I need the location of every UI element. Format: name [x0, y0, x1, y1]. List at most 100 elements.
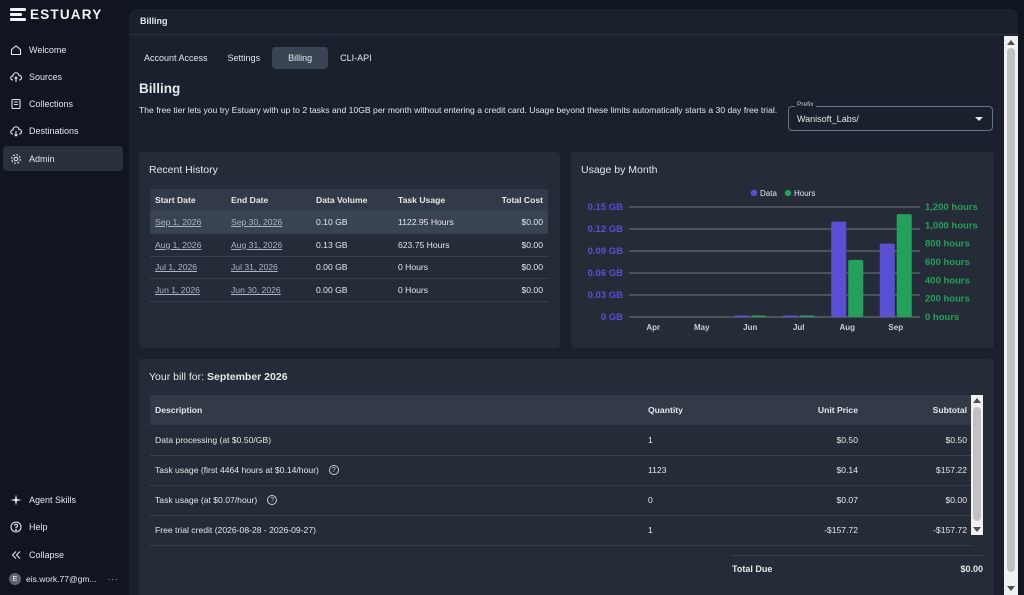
column-header: Quantity	[643, 395, 743, 425]
bill-table-scrollbar[interactable]	[971, 395, 983, 535]
table-row[interactable]: Jul 1, 2026 Jul 31, 2026 0.00 GB 0 Hours…	[150, 256, 548, 279]
collapse-icon	[11, 550, 21, 559]
legend-label-hours: Hours	[794, 189, 815, 198]
quantity-cell: 0	[643, 485, 743, 516]
page-header-title: Billing	[129, 9, 1018, 35]
start-date-link[interactable]: Jun 1, 2026	[155, 285, 200, 295]
start-date-link[interactable]: Sep 1, 2026	[155, 217, 201, 227]
recent-history-table: Start Date End Date Data Volume Task Usa…	[150, 189, 548, 302]
tab-cli-api[interactable]: CLI-API	[332, 47, 380, 69]
bill-period: September 2026	[206, 371, 288, 383]
y-right-tick-label: 400 hours	[925, 275, 970, 286]
quantity-cell: 1	[643, 425, 743, 456]
column-header: Total Cost	[483, 189, 548, 211]
data-volume-cell: 0.00 GB	[311, 278, 393, 302]
sidebar-item-label: Sources	[29, 71, 63, 82]
scroll-thumb[interactable]	[973, 407, 981, 521]
end-date-link[interactable]: Jun 30, 2026	[231, 285, 281, 295]
tab-billing[interactable]: Billing	[272, 47, 329, 69]
page-scrollbar[interactable]	[1004, 36, 1018, 595]
x-tick-label: Jun	[743, 323, 757, 332]
table-header-row: Start Date End Date Data Volume Task Usa…	[150, 189, 548, 211]
column-header: Data Volume	[311, 189, 393, 211]
y-left-tick-label: 0.12 GB	[588, 224, 624, 235]
table-header-row: Description Quantity Unit Price Subtotal	[150, 395, 972, 425]
table-row: Task usage (first 4464 hours at $0.14/ho…	[150, 455, 972, 486]
sidebar-item-collapse[interactable]: Collapse	[3, 542, 123, 567]
quantity-cell: 1	[643, 515, 743, 546]
total-cost-cell: $0.00	[483, 233, 548, 257]
sidebar-item-label: Welcome	[29, 44, 67, 55]
sidebar-item-agent-skills[interactable]: Agent Skills	[3, 487, 123, 512]
table-row: Task usage (at $0.07/hour)? 0 $0.07 $0.0…	[150, 485, 972, 516]
sidebar-item-sources[interactable]: Sources	[3, 64, 123, 89]
start-date-link[interactable]: Aug 1, 2026	[155, 240, 201, 250]
end-date-link[interactable]: Sep 30, 2026	[231, 217, 282, 227]
end-date-link[interactable]: Aug 31, 2026	[231, 240, 282, 250]
data-volume-cell: 0.10 GB	[311, 211, 393, 234]
help-icon[interactable]: ?	[267, 495, 278, 506]
scroll-up-icon[interactable]	[973, 398, 981, 403]
table-row[interactable]: Sep 1, 2026 Sep 30, 2026 0.10 GB 1122.95…	[150, 211, 548, 234]
main-panel: Billing Account Access Settings Billing …	[129, 9, 1018, 595]
legend-label-data: Data	[760, 189, 777, 198]
more-options-icon[interactable]: ···	[108, 574, 120, 584]
sparkle-icon	[10, 494, 22, 505]
sidebar-item-label: Destinations	[29, 125, 79, 136]
home-icon	[10, 44, 22, 55]
estuary-logo-icon	[10, 8, 26, 21]
sidebar-item-label: Agent Skills	[29, 494, 77, 505]
total-cost-cell: $0.00	[483, 256, 548, 279]
total-cost-cell: $0.00	[483, 211, 548, 234]
sidebar-item-collections[interactable]: Collections	[3, 91, 123, 116]
user-menu[interactable]: E eis.work.77@gm... ···	[9, 573, 119, 585]
legend-swatch-data	[750, 189, 758, 197]
column-header: Task Usage	[393, 189, 483, 211]
bill-title-prefix: Your bill for:	[149, 371, 207, 383]
help-icon[interactable]: ?	[328, 465, 339, 476]
unit-price-cell: $0.07	[743, 485, 863, 516]
bill-table: Description Quantity Unit Price Subtotal…	[150, 395, 972, 546]
table-row[interactable]: Jun 1, 2026 Jun 30, 2026 0.00 GB 0 Hours…	[150, 278, 548, 302]
recent-history-card: Recent History Start Date End Date Data …	[139, 152, 560, 348]
scroll-thumb[interactable]	[1007, 48, 1015, 572]
collections-icon	[11, 98, 21, 109]
sidebar-item-admin[interactable]: Admin	[3, 146, 123, 171]
start-date-link[interactable]: Jul 1, 2026	[155, 262, 197, 272]
quantity-cell: 1123	[643, 455, 743, 486]
end-date-link[interactable]: Jul 31, 2026	[231, 262, 278, 272]
description-cell: Free trial credit (2026-08-28 - 2026-09-…	[150, 515, 643, 546]
estuary-logo[interactable]: ESTUARY	[10, 7, 102, 22]
scroll-down-icon[interactable]	[973, 527, 981, 532]
scroll-down-icon[interactable]	[1007, 586, 1015, 591]
sidebar-item-destinations[interactable]: Destinations	[3, 118, 123, 143]
y-right-tick-label: 800 hours	[925, 239, 970, 250]
tab-account-access[interactable]: Account Access	[136, 47, 216, 69]
description-text: Task usage (first 4464 hours at $0.14/ho…	[155, 464, 319, 475]
usage-chart-card: Usage by Month 0 GB 0.03 GB 0.06 GB 0.09 GB…	[571, 152, 994, 348]
tab-settings[interactable]: Settings	[220, 47, 269, 69]
table-row: Free trial credit (2026-08-28 - 2026-09-…	[150, 515, 972, 546]
subtotal-cell: -$157.72	[863, 515, 972, 546]
x-tick-label: Aug	[839, 323, 855, 332]
usage-chart: 0 GB 0.03 GB 0.06 GB 0.09 GB 0.12 GB 0.15 GB 0…	[588, 189, 978, 332]
help-icon	[10, 520, 22, 533]
y-left-tick-label: 0.15 GB	[588, 202, 624, 213]
task-usage-cell: 0 Hours	[393, 278, 483, 302]
total-cost-cell: $0.00	[483, 278, 548, 302]
sidebar-item-welcome[interactable]: Welcome	[3, 37, 123, 62]
task-usage-cell: 1122.95 Hours	[393, 211, 483, 234]
x-tick-label: May	[694, 323, 710, 332]
scroll-up-icon[interactable]	[1007, 40, 1015, 45]
description-text: Free trial credit (2026-08-28 - 2026-09-…	[155, 525, 316, 535]
bill-card: Your bill for: September 2026 Descriptio…	[139, 359, 994, 595]
sidebar-item-help[interactable]: Help	[3, 514, 123, 539]
column-header: Subtotal	[863, 395, 972, 425]
x-tick-label: Jul	[793, 323, 805, 332]
description-cell: Task usage (first 4464 hours at $0.14/ho…	[150, 455, 643, 486]
brand-name: ESTUARY	[30, 7, 103, 22]
y-left-tick-label: 0 GB	[601, 312, 623, 323]
description-cell: Task usage (at $0.07/hour)?	[150, 485, 643, 516]
prefix-select[interactable]: Prefix Wanisoft_Labs/	[788, 101, 993, 131]
table-row[interactable]: Aug 1, 2026 Aug 31, 2026 0.13 GB 623.75 …	[150, 233, 548, 257]
